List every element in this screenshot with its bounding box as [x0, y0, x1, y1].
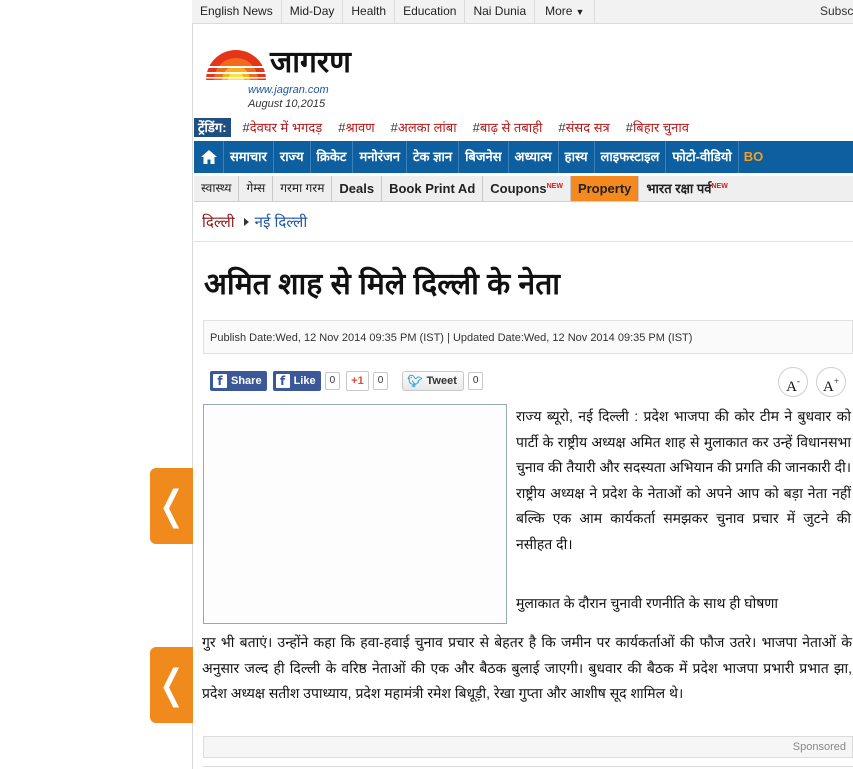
- trending-item[interactable]: #संसद सत्र: [558, 118, 609, 136]
- sponsored-label: Sponsored: [792, 741, 846, 753]
- facebook-like-count: 0: [324, 372, 341, 390]
- breadcrumb-divider: [194, 241, 853, 242]
- nav-item-states[interactable]: राज्य: [274, 141, 311, 173]
- nav-item-entertainment[interactable]: मनोरंजन: [353, 141, 407, 173]
- trending-item[interactable]: #बाढ़ से तबाही: [473, 118, 543, 136]
- nav-item-lifestyle[interactable]: लाइफस्टाइल: [595, 141, 667, 173]
- trending-label: ट्रेंडिंग:: [194, 117, 231, 137]
- tweet-button[interactable]: 🐦︎ Tweet: [402, 371, 464, 391]
- article-paragraph-2-start: मुलाकात के दौरान चुनावी रणनीति के साथ ही…: [516, 595, 779, 611]
- new-badge: NEW: [711, 183, 728, 190]
- font-increase-button[interactable]: A+: [816, 367, 846, 397]
- facebook-icon: f: [275, 374, 290, 388]
- breadcrumb-subsection[interactable]: नई दिल्ली: [255, 212, 308, 232]
- site-logo[interactable]: जागरण www.jagran.com August 10,2015: [204, 40, 384, 110]
- trending-bar: ट्रेंडिंग: #देवघर में भगदड़ #श्रावण #अलक…: [194, 117, 689, 137]
- site-date: August 10,2015: [248, 98, 326, 110]
- subnav-item-coupons[interactable]: CouponsNEW: [483, 176, 571, 201]
- nav-item-spirituality[interactable]: अध्यात्म: [509, 141, 559, 173]
- new-badge: NEW: [546, 183, 563, 190]
- google-plus-button[interactable]: +1: [346, 371, 369, 391]
- top-utility-bar: English News Mid-Day Health Education Na…: [192, 0, 853, 24]
- nav-item-cricket[interactable]: क्रिकेट: [311, 141, 354, 173]
- subnav-item-deals[interactable]: Deals: [332, 176, 383, 201]
- google-plus-count: 0: [372, 372, 389, 390]
- topbar-link-nai-dunia[interactable]: Nai Dunia: [465, 0, 536, 23]
- bottom-divider: [203, 766, 853, 767]
- nav-item-business[interactable]: बिजनेस: [459, 141, 509, 173]
- tweet-count: 0: [467, 372, 484, 390]
- secondary-navigation: स्वास्थ्य गेम्स गरमा गरम Deals Book Prin…: [194, 176, 853, 202]
- nav-item-tech[interactable]: टेक ज्ञान: [407, 141, 460, 173]
- breadcrumb: दिल्ली नई दिल्ली: [202, 212, 307, 232]
- article-title: अमित शाह से मिले दिल्ली के नेता: [204, 268, 561, 301]
- nav-item-news[interactable]: समाचार: [224, 141, 274, 173]
- trending-item[interactable]: #अलका लांबा: [391, 118, 457, 136]
- chevron-left-icon: ❬: [154, 483, 189, 529]
- trending-item[interactable]: #श्रावण: [338, 118, 374, 136]
- topbar-subscribe-link[interactable]: Subscribe: [820, 0, 853, 23]
- breadcrumb-arrow-icon: [243, 218, 249, 226]
- twitter-bird-icon: 🐦︎: [407, 374, 423, 388]
- breadcrumb-section[interactable]: दिल्ली: [202, 212, 235, 232]
- subnav-item-games[interactable]: गेम्स: [239, 176, 274, 201]
- nav-item-overflow[interactable]: BO: [739, 141, 769, 173]
- subnav-item-property[interactable]: Property: [570, 176, 640, 201]
- facebook-icon: f: [213, 374, 227, 388]
- nav-item-humor[interactable]: हास्य: [559, 141, 595, 173]
- subnav-item-hot[interactable]: गरमा गरम: [273, 176, 333, 201]
- subnav-item-bharat-raksha-parv[interactable]: भारत रक्षा पर्वNEW: [639, 176, 734, 201]
- trending-item[interactable]: #देवघर में भगदड़: [243, 118, 323, 136]
- topbar-link-education[interactable]: Education: [395, 0, 466, 23]
- subnav-item-health[interactable]: स्वास्थ्य: [194, 176, 240, 201]
- main-navigation: समाचार राज्य क्रिकेट मनोरंजन टेक ज्ञान ब…: [194, 141, 853, 173]
- rising-sun-logo-icon: [204, 50, 268, 80]
- minus-icon: -: [796, 376, 800, 386]
- facebook-like-button[interactable]: f Like: [272, 371, 321, 391]
- trending-item[interactable]: #बिहार चुनाव: [626, 118, 689, 136]
- home-button[interactable]: [194, 141, 224, 173]
- home-icon: [200, 150, 217, 164]
- article-dates: Publish Date:Wed, 12 Nov 2014 09:35 PM (…: [203, 320, 853, 354]
- font-decrease-button[interactable]: A-: [778, 367, 808, 397]
- article-paragraph-2-rest: गुर भी बताएं। उन्होंने कहा कि हवा-हवाई च…: [202, 634, 852, 701]
- subnav-item-book-print-ad[interactable]: Book Print Ad: [382, 176, 484, 201]
- chevron-down-icon: ▼: [575, 7, 585, 17]
- site-url: www.jagran.com: [248, 84, 329, 96]
- article-image: [203, 404, 507, 624]
- chevron-left-icon: ❬: [154, 662, 189, 708]
- topbar-link-health[interactable]: Health: [343, 0, 396, 23]
- nav-item-photo-video[interactable]: फोटो-वीडियो: [666, 141, 739, 173]
- topbar-more-menu[interactable]: More ▼: [535, 0, 596, 23]
- plus-icon: +: [833, 376, 839, 386]
- topbar-link-english-news[interactable]: English News: [192, 0, 282, 23]
- share-bar: f Share f Like 0 +1 0 🐦︎ Tweet 0: [210, 371, 484, 391]
- topbar-link-mid-day[interactable]: Mid-Day: [282, 0, 344, 23]
- logo-wordmark: जागरण: [270, 45, 351, 80]
- article-paragraph-1: राज्य ब्यूरो, नई दिल्ली : प्रदेश भाजपा क…: [516, 408, 851, 552]
- previous-article-button[interactable]: ❬: [150, 468, 193, 544]
- topbar-more-label: More: [545, 4, 573, 18]
- sponsored-strip[interactable]: Sponsored: [203, 736, 853, 758]
- previous-article-button-secondary[interactable]: ❬: [150, 647, 193, 723]
- facebook-share-button[interactable]: f Share: [210, 371, 267, 391]
